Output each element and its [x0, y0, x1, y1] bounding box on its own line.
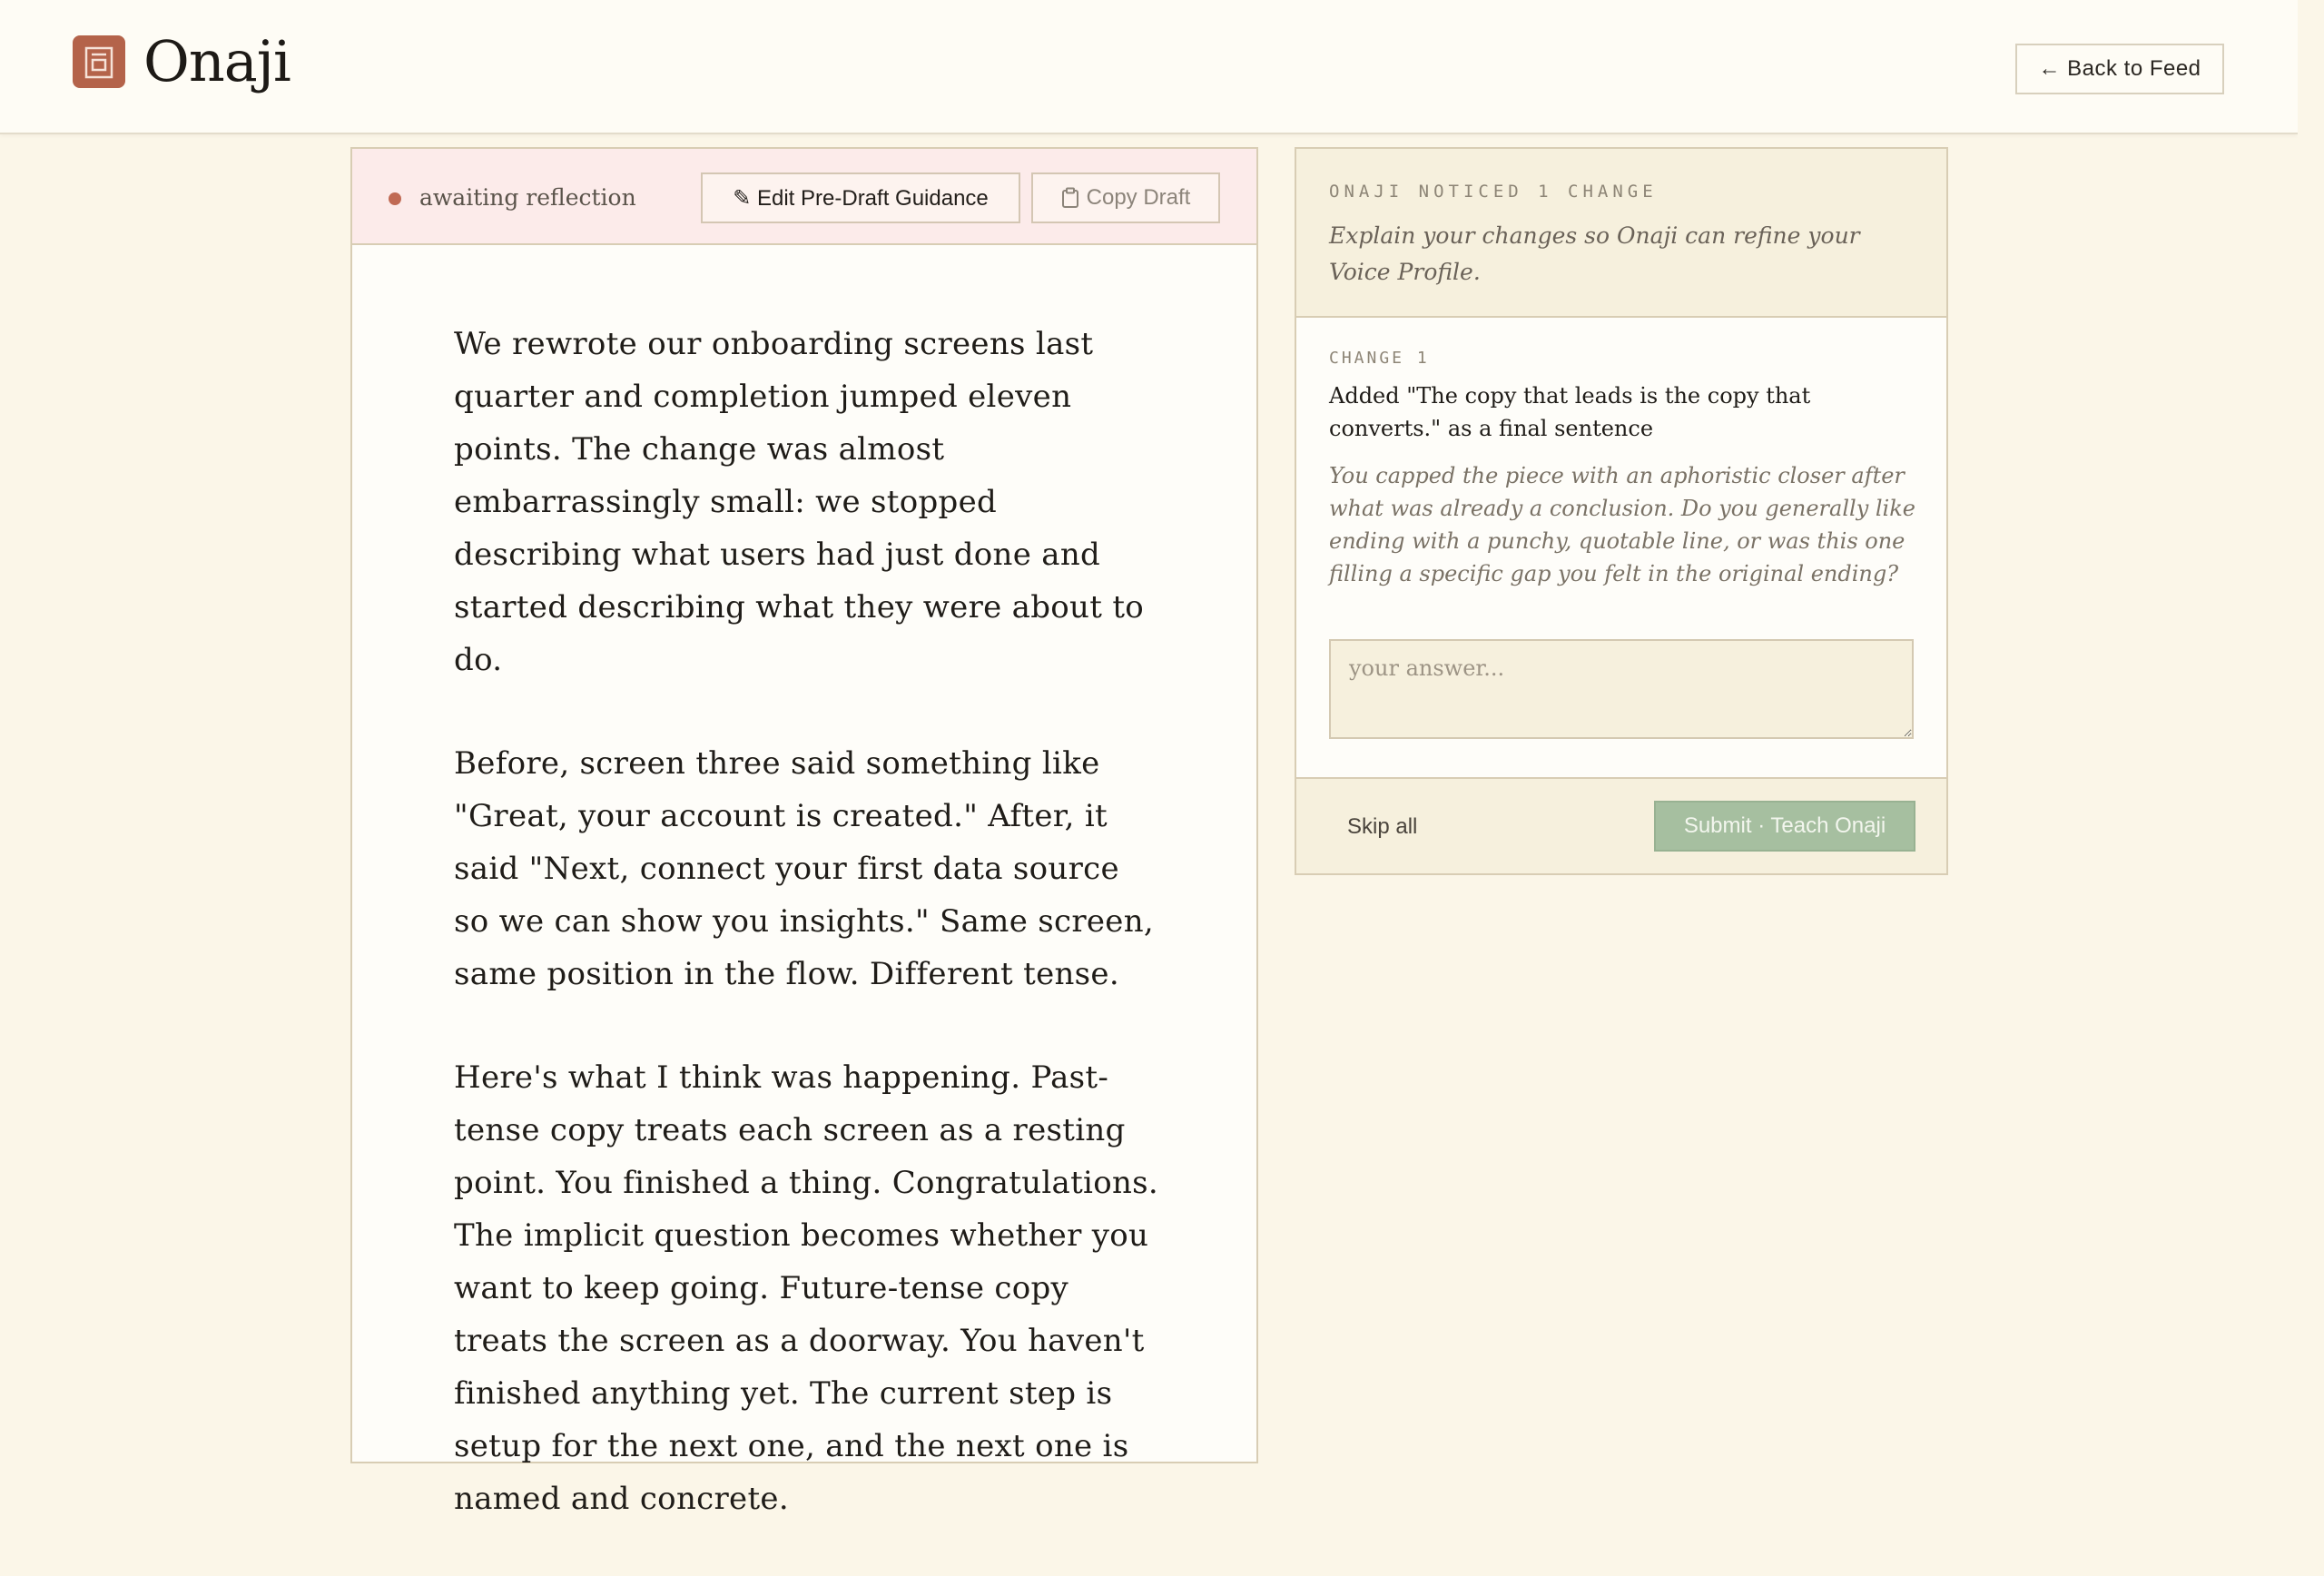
skip-all-button[interactable]: Skip all	[1347, 804, 1417, 850]
scrollbar-gutter	[2298, 0, 2324, 1453]
changes-count-heading: ONAJI NOTICED 1 CHANGE	[1329, 182, 1658, 202]
changes-footer: Skip all Submit · Teach Onaji	[1296, 777, 1946, 873]
top-bar: Onaji ← Back to Feed	[0, 0, 2298, 134]
draft-panel: awaiting reflection ✎ Edit Pre-Draft Gui…	[350, 147, 1258, 1517]
copy-draft-button[interactable]: Copy Draft	[1031, 172, 1220, 223]
edit-pre-draft-guidance-button[interactable]: ✎ Edit Pre-Draft Guidance	[701, 172, 1020, 223]
draft-toolbar: awaiting reflection ✎ Edit Pre-Draft Gui…	[352, 149, 1256, 245]
changes-header: ONAJI NOTICED 1 CHANGE Explain your chan…	[1296, 149, 1946, 318]
submit-teach-onaji-button[interactable]: Submit · Teach Onaji	[1654, 801, 1915, 852]
copy-draft-label: Copy Draft	[1086, 185, 1191, 210]
change-question: You capped the piece with an aphoristic …	[1329, 463, 1915, 586]
draft-text: We rewrote our onboarding screens last q…	[454, 318, 1162, 1576]
clipboard-icon	[1061, 187, 1078, 208]
change-label: CHANGE 1	[1329, 349, 1430, 368]
app-name: Onaji	[143, 28, 291, 94]
changes-panel: ONAJI NOTICED 1 CHANGE Explain your chan…	[1295, 147, 1948, 875]
onaji-logo-icon	[73, 35, 125, 88]
draft-paragraph: Here's what I think was happening. Past-…	[454, 1059, 1159, 1517]
answer-input[interactable]	[1329, 639, 1914, 739]
change-description: Added "The copy that leads is the copy t…	[1329, 383, 1811, 441]
back-to-feed-button[interactable]: ← Back to Feed	[2015, 44, 2224, 94]
edit-guidance-label: ✎ Edit Pre-Draft Guidance	[733, 185, 989, 211]
draft-paragraph: We rewrote our onboarding screens last q…	[454, 326, 1145, 678]
draft-status: awaiting reflection	[419, 184, 636, 211]
changes-intro: Explain your changes so Onaji can refine…	[1329, 222, 1860, 285]
draft-paragraph: Before, screen three said something like…	[454, 745, 1155, 992]
status-dot-icon	[389, 192, 401, 205]
